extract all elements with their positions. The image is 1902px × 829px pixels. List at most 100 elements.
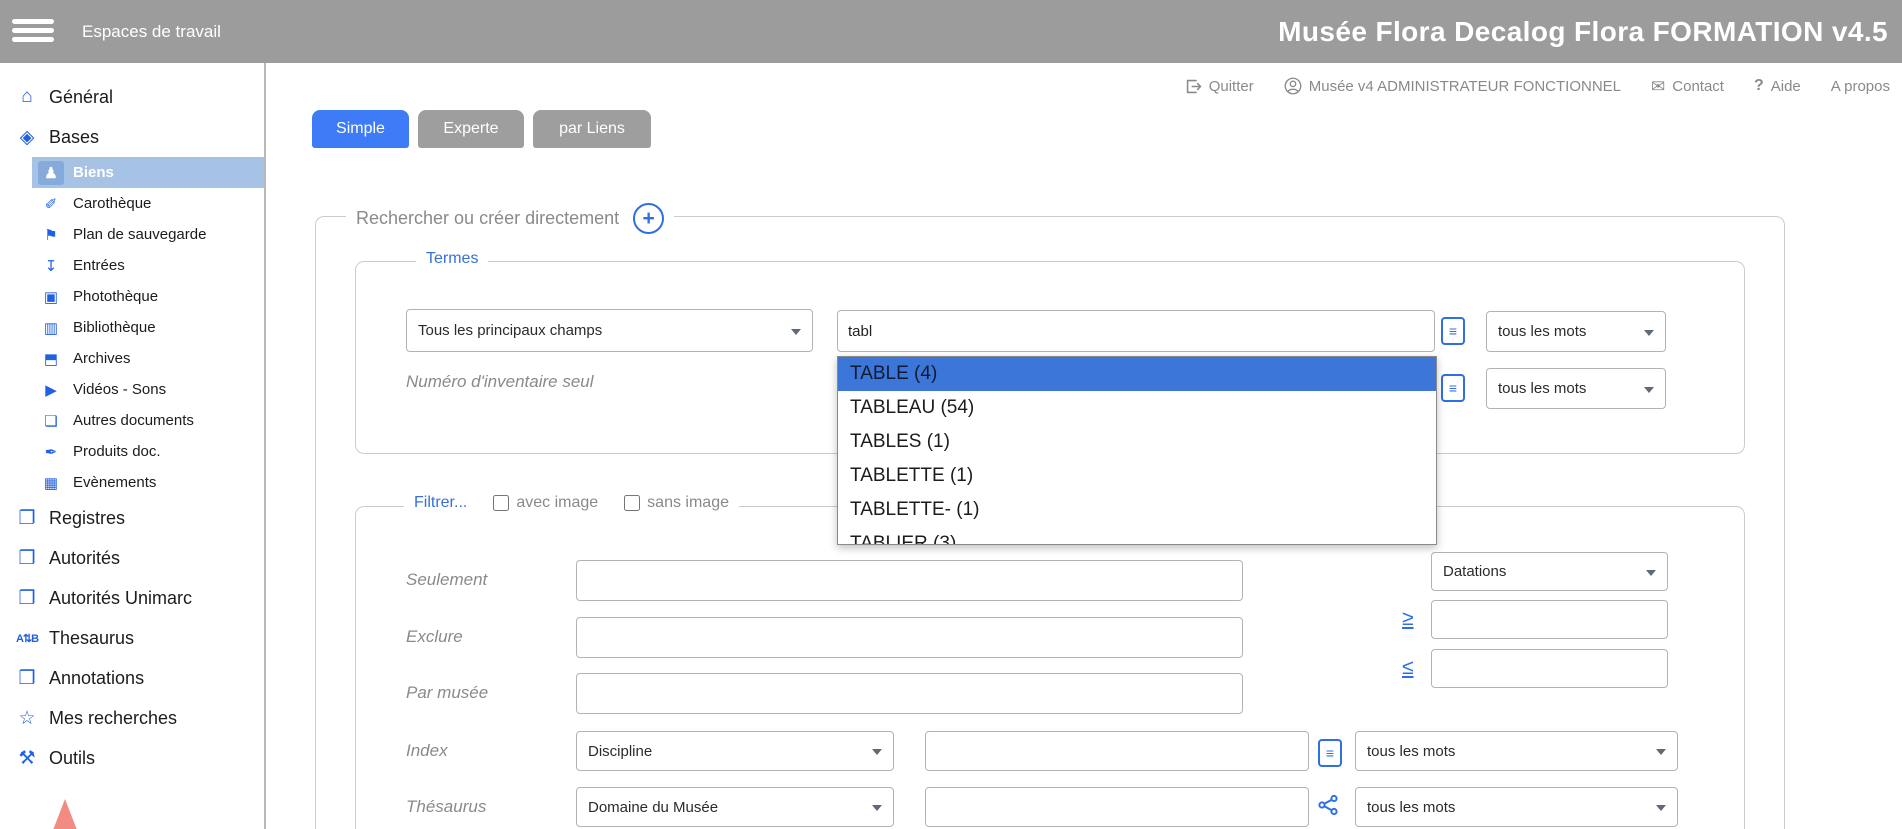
sidebar-item-autres-documents[interactable]: Autres documents: [32, 405, 264, 436]
with-image-checkbox-group[interactable]: avec image: [493, 494, 598, 512]
lte-link[interactable]: ≤: [1402, 656, 1414, 680]
star-icon: [14, 706, 40, 730]
sidebar-item-autorites[interactable]: Autorités: [0, 538, 264, 578]
workspace-label[interactable]: Espaces de travail: [82, 0, 221, 63]
sidebar-item-entrees[interactable]: Entrées: [32, 250, 264, 281]
thesaurus-field-select[interactable]: Domaine du Musée: [576, 787, 894, 827]
sidebar-item-autorites-unimarc[interactable]: Autorités Unimarc: [0, 578, 264, 618]
sidebar-item-label: Général: [49, 87, 113, 108]
pencil-icon: [38, 192, 64, 216]
sidebar-item-registres[interactable]: Registres: [0, 498, 264, 538]
sidebar-item-thesaurus[interactable]: Thesaurus: [0, 618, 264, 658]
quit-button[interactable]: Quitter: [1185, 78, 1254, 95]
index-value-input[interactable]: [925, 731, 1309, 771]
termes-legend: Termes: [416, 250, 488, 268]
picture-icon: [38, 285, 64, 309]
search-query-input[interactable]: [837, 310, 1435, 352]
sidebar-item-label: Archives: [73, 350, 131, 367]
index-list-icon[interactable]: [1318, 739, 1342, 767]
sidebar-item-annotations[interactable]: Annotations: [0, 658, 264, 698]
autocomplete-item[interactable]: TABLE (4): [838, 357, 1436, 391]
sidebar-item-archives[interactable]: Archives: [32, 343, 264, 374]
sidebar-item-outils[interactable]: Outils: [0, 738, 264, 778]
tab-experte[interactable]: Experte: [418, 110, 524, 148]
hamburger-menu-icon[interactable]: [12, 15, 56, 46]
user-icon: [1284, 77, 1302, 95]
registers-icon: [14, 506, 40, 530]
sidebar-item-biens[interactable]: Biens: [32, 157, 264, 188]
sidebar-item-label: Biens: [73, 164, 114, 181]
sidebar-item-plan-de-sauvegarde[interactable]: Plan de sauvegarde: [32, 219, 264, 250]
add-plus-icon[interactable]: +: [633, 203, 664, 234]
index-mode-select[interactable]: tous les mots: [1355, 731, 1678, 771]
help-button[interactable]: ? Aide: [1754, 78, 1801, 95]
only-input[interactable]: [576, 560, 1243, 601]
thesaurus-value-input[interactable]: [925, 787, 1309, 827]
sidebar-item-label: Bases: [49, 127, 99, 148]
without-image-checkbox-group[interactable]: sans image: [624, 494, 729, 512]
autocomplete-item[interactable]: TABLEAU (54): [838, 391, 1436, 425]
match-mode-value: tous les mots: [1498, 323, 1586, 340]
sidebar-item-bases[interactable]: Bases: [0, 117, 264, 157]
index-field-select[interactable]: Discipline: [576, 731, 894, 771]
sidebar-item-phototheque[interactable]: Photothèque: [32, 281, 264, 312]
field-selector-value: Tous les principaux champs: [418, 322, 602, 339]
field-selector-select[interactable]: Tous les principaux champs: [406, 309, 813, 352]
sidebar-item-carotheque[interactable]: Carothèque: [32, 188, 264, 219]
sidebar-item-label: Photothèque: [73, 288, 158, 305]
datations-select[interactable]: Datations: [1431, 552, 1668, 591]
thesaurus-mode-select[interactable]: tous les mots: [1355, 787, 1678, 827]
pen-icon: [38, 440, 64, 464]
sidebar-item-label: Autorités Unimarc: [49, 588, 192, 609]
tab-simple[interactable]: Simple: [312, 110, 409, 148]
sidebar-item-produits-doc[interactable]: Produits doc.: [32, 436, 264, 467]
match-mode-select-2[interactable]: tous les mots: [1486, 368, 1666, 409]
share-network-icon[interactable]: [1316, 793, 1340, 822]
tab-par-liens[interactable]: par Liens: [533, 110, 651, 148]
index-list-icon[interactable]: [1441, 374, 1465, 402]
app-title: Musée Flora Decalog Flora FORMATION v4.5: [1278, 0, 1888, 63]
book-icon: [14, 666, 40, 690]
thesaurus-label: Thésaurus: [406, 797, 486, 817]
autocomplete-item[interactable]: TABLES (1): [838, 425, 1436, 459]
sidebar-item-evenements[interactable]: Evènements: [32, 467, 264, 498]
about-button[interactable]: A propos: [1831, 78, 1890, 95]
sidebar-item-label: Autres documents: [73, 412, 194, 429]
autocomplete-item[interactable]: TABLETTE (1): [838, 459, 1436, 493]
exclude-input[interactable]: [576, 617, 1243, 658]
contact-button[interactable]: ✉ Contact: [1651, 78, 1724, 95]
sidebar-item-videos-sons[interactable]: Vidéos - Sons: [32, 374, 264, 405]
contact-label: Contact: [1672, 78, 1724, 95]
inventory-number-label: Numéro d'inventaire seul: [406, 372, 594, 392]
autocomplete-item[interactable]: TABLIER (3): [838, 527, 1436, 545]
with-image-label: avec image: [516, 494, 598, 512]
with-image-checkbox[interactable]: [493, 495, 509, 511]
index-list-icon[interactable]: [1441, 317, 1465, 345]
index-mode-value: tous les mots: [1367, 743, 1455, 760]
sidebar-item-label: Thesaurus: [49, 628, 134, 649]
index-label: Index: [406, 741, 448, 761]
thesaurus-field-value: Domaine du Musée: [588, 799, 718, 816]
datation-lte-input[interactable]: [1431, 649, 1668, 688]
autocomplete-item[interactable]: TABLETTE- (1): [838, 493, 1436, 527]
sidebar-item-general[interactable]: Général: [0, 77, 264, 117]
by-museum-label: Par musée: [406, 683, 488, 703]
sidebar-item-mes-recherches[interactable]: Mes recherches: [0, 698, 264, 738]
datations-value: Datations: [1443, 563, 1506, 580]
tag-icon: [14, 125, 40, 149]
by-museum-input[interactable]: [576, 673, 1243, 714]
without-image-checkbox[interactable]: [624, 495, 640, 511]
user-name-label: Musée v4 ADMINISTRATEUR FONCTIONNEL: [1309, 78, 1621, 95]
calendar-icon: [38, 471, 64, 495]
sort-ab-icon: [14, 626, 40, 650]
play-icon: [38, 378, 64, 402]
about-label: A propos: [1831, 78, 1890, 95]
gte-link[interactable]: ≥: [1402, 607, 1414, 631]
sidebar-item-label: Autorités: [49, 548, 120, 569]
datation-gte-input[interactable]: [1431, 600, 1668, 639]
match-mode-select-1[interactable]: tous les mots: [1486, 311, 1666, 352]
sidebar-item-bibliotheque[interactable]: Bibliothèque: [32, 312, 264, 343]
current-user[interactable]: Musée v4 ADMINISTRATEUR FONCTIONNEL: [1284, 77, 1621, 95]
book-icon: [14, 586, 40, 610]
tools-icon: [14, 746, 40, 770]
